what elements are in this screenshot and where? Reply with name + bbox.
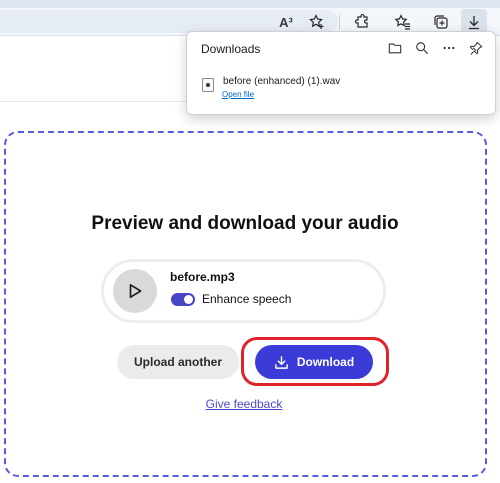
- page-title: Preview and download your audio: [91, 213, 399, 234]
- upload-another-label: Upload another: [133, 355, 222, 369]
- downloads-actions: [386, 39, 485, 57]
- favorite-add-icon[interactable]: [306, 11, 328, 33]
- enhance-speech-toggle[interactable]: [171, 293, 195, 306]
- downloads-title: Downloads: [201, 42, 261, 56]
- downloads-panel: Downloads before (enhanced) (1).wav Open…: [186, 31, 496, 115]
- audio-file-name: before.mp3: [170, 270, 235, 284]
- play-button[interactable]: [113, 269, 157, 313]
- download-icon: [275, 355, 288, 369]
- open-file-link[interactable]: Open file: [222, 90, 254, 99]
- audio-file-icon: [202, 78, 214, 92]
- enhance-speech-label: Enhance speech: [202, 292, 292, 306]
- play-icon: [129, 283, 142, 299]
- page-divider: [0, 101, 190, 102]
- download-button[interactable]: Download: [255, 345, 373, 379]
- download-label: Download: [296, 355, 355, 369]
- download-filename: before (enhanced) (1).wav: [223, 76, 341, 87]
- toolbar-divider: [339, 15, 340, 30]
- extensions-icon[interactable]: [351, 11, 373, 33]
- search-icon[interactable]: [413, 39, 431, 57]
- more-icon[interactable]: [440, 39, 458, 57]
- folder-icon[interactable]: [386, 39, 404, 57]
- tab-strip: [0, 0, 500, 8]
- give-feedback-link[interactable]: Give feedback: [0, 397, 488, 411]
- collections-icon[interactable]: [430, 11, 452, 33]
- audio-file-card: before.mp3 Enhance speech: [101, 259, 386, 323]
- read-aloud-icon[interactable]: A³: [275, 11, 297, 33]
- favorites-icon[interactable]: [392, 11, 414, 33]
- pin-icon[interactable]: [467, 39, 485, 57]
- upload-another-button[interactable]: Upload another: [117, 345, 239, 379]
